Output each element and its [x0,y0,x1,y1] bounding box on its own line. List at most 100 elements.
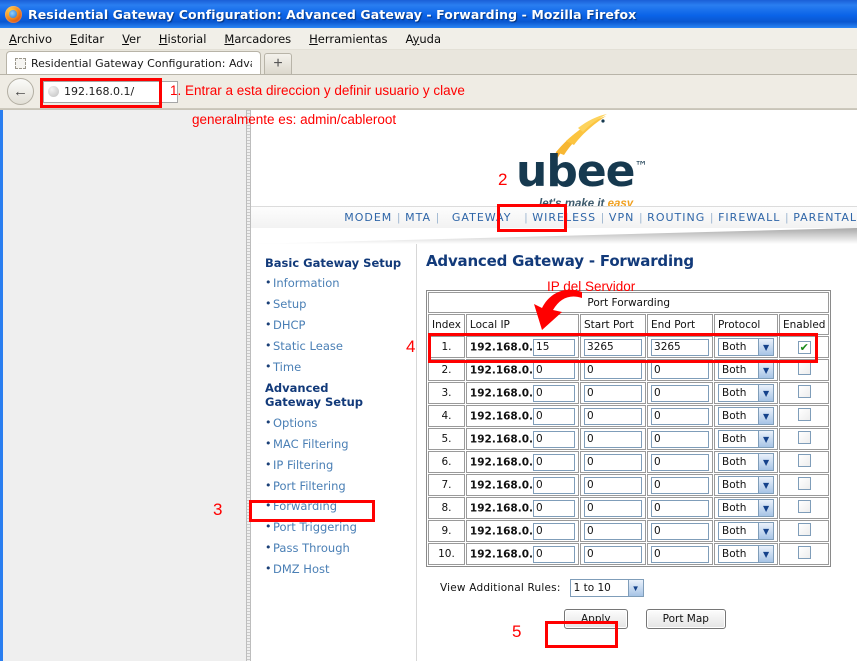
col-header-index: Index [428,314,465,335]
local-ip-octet-input[interactable] [533,362,575,379]
local-ip-octet-input[interactable] [533,500,575,517]
ip-prefix-label: 192.168.0. [470,525,533,537]
nav-separator: | [519,212,532,224]
sidebar-item-time[interactable]: Time [265,357,416,378]
enabled-checkbox[interactable] [798,408,811,421]
url-bar[interactable]: 192.168.0.1/ [43,81,178,103]
protocol-select[interactable]: Both▼ [718,407,774,425]
start-port-input[interactable] [584,385,642,402]
nav-item-vpn[interactable]: VPN [609,211,634,224]
end-port-input[interactable] [651,431,709,448]
sidebar-item-forwarding[interactable]: Forwarding [265,496,416,517]
start-port-input[interactable] [584,523,642,540]
menu-marcadores[interactable]: Marcadores [215,30,300,48]
sidebar-item-dmz-host[interactable]: DMZ Host [265,559,416,580]
nav-item-routing[interactable]: ROUTING [647,211,705,224]
protocol-select[interactable]: Both▼ [718,545,774,563]
protocol-select[interactable]: Both▼ [718,338,774,356]
sidebar-item-setup[interactable]: Setup [265,294,416,315]
protocol-value: Both [722,548,758,560]
protocol-select[interactable]: Both▼ [718,430,774,448]
enabled-checkbox[interactable] [798,523,811,536]
nav-item-mta[interactable]: MTA [405,211,431,224]
end-port-input[interactable] [651,339,709,356]
menu-archivo[interactable]: Archivo [0,30,61,48]
sidebar-item-static-lease[interactable]: Static Lease [265,336,416,357]
menu-ayuda[interactable]: Ayuda [396,30,450,48]
start-port-input[interactable] [584,454,642,471]
sidebar-item-port-triggering[interactable]: Port Triggering [265,517,416,538]
menu-ver[interactable]: Ver [113,30,150,48]
table-row: 2.192.168.0.Both▼ [428,359,829,381]
start-port-input[interactable] [584,408,642,425]
local-ip-octet-input[interactable] [533,477,575,494]
menu-historial[interactable]: Historial [150,30,216,48]
nav-item-modem[interactable]: MODEM [344,211,392,224]
protocol-value: Both [722,364,758,376]
port-map-button[interactable]: Port Map [646,609,726,629]
local-ip-octet-input[interactable] [533,523,575,540]
enabled-checkbox[interactable] [798,362,811,375]
local-ip-octet-input[interactable] [533,385,575,402]
view-rules-select[interactable]: 1 to 10 ▼ [570,579,644,597]
sidebar-heading-advanced: Advanced Gateway Setup [265,381,383,410]
end-port-input[interactable] [651,362,709,379]
protocol-value: Both [722,410,758,422]
sidebar-item-port-filtering[interactable]: Port Filtering [265,476,416,497]
enabled-checkbox[interactable]: ✔ [798,341,811,354]
sidebar-item-options[interactable]: Options [265,413,416,434]
sidebar-item-mac-filtering[interactable]: MAC Filtering [265,434,416,455]
nav-separator: | [705,212,718,224]
local-ip-octet-input[interactable] [533,339,575,356]
sidebar-item-ip-filtering[interactable]: IP Filtering [265,455,416,476]
start-port-input[interactable] [584,546,642,563]
end-port-input[interactable] [651,523,709,540]
enabled-checkbox[interactable] [798,546,811,559]
protocol-select[interactable]: Both▼ [718,476,774,494]
sidebar-item-information[interactable]: Information [265,273,416,294]
enabled-checkbox[interactable] [798,385,811,398]
start-port-input[interactable] [584,339,642,356]
nav-item-wireless[interactable]: WIRELESS [532,211,596,224]
end-port-input[interactable] [651,408,709,425]
local-ip-octet-input[interactable] [533,408,575,425]
apply-button[interactable]: Apply [564,609,628,629]
enabled-checkbox[interactable] [798,431,811,444]
enabled-checkbox[interactable] [798,477,811,490]
start-port-input[interactable] [584,477,642,494]
protocol-select[interactable]: Both▼ [718,384,774,402]
local-ip-octet-input[interactable] [533,546,575,563]
new-tab-button[interactable]: + [264,53,292,74]
local-ip-octet-input[interactable] [533,454,575,471]
cell-index: 5. [428,428,465,450]
enabled-checkbox[interactable] [798,454,811,467]
start-port-input[interactable] [584,500,642,517]
browser-tab-active[interactable]: Residential Gateway Configuration: Advan… [6,51,261,74]
protocol-select[interactable]: Both▼ [718,453,774,471]
protocol-select[interactable]: Both▼ [718,361,774,379]
end-port-input[interactable] [651,500,709,517]
nav-item-parental[interactable]: PARENTAL [793,211,857,224]
protocol-select[interactable]: Both▼ [718,499,774,517]
nav-item-gateway[interactable]: GATEWAY [444,211,520,224]
menu-editar[interactable]: Editar [61,30,113,48]
sidebar-item-pass-through[interactable]: Pass Through [265,538,416,559]
sidebar-item-dhcp[interactable]: DHCP [265,315,416,336]
end-port-input[interactable] [651,477,709,494]
annotation-step-2: 2 [498,170,507,190]
ip-prefix-label: 192.168.0. [470,548,533,560]
url-input[interactable]: 192.168.0.1/ [64,85,134,98]
end-port-input[interactable] [651,454,709,471]
end-port-input[interactable] [651,385,709,402]
end-port-input[interactable] [651,546,709,563]
back-button[interactable]: ← [7,78,34,105]
local-ip-octet-input[interactable] [533,431,575,448]
protocol-select[interactable]: Both▼ [718,522,774,540]
nav-item-firewall[interactable]: FIREWALL [718,211,780,224]
start-port-input[interactable] [584,431,642,448]
start-port-input[interactable] [584,362,642,379]
cell-index: 8. [428,497,465,519]
menu-herramientas[interactable]: Herramientas [300,30,396,48]
enabled-checkbox[interactable] [798,500,811,513]
chevron-down-icon: ▼ [628,580,643,596]
